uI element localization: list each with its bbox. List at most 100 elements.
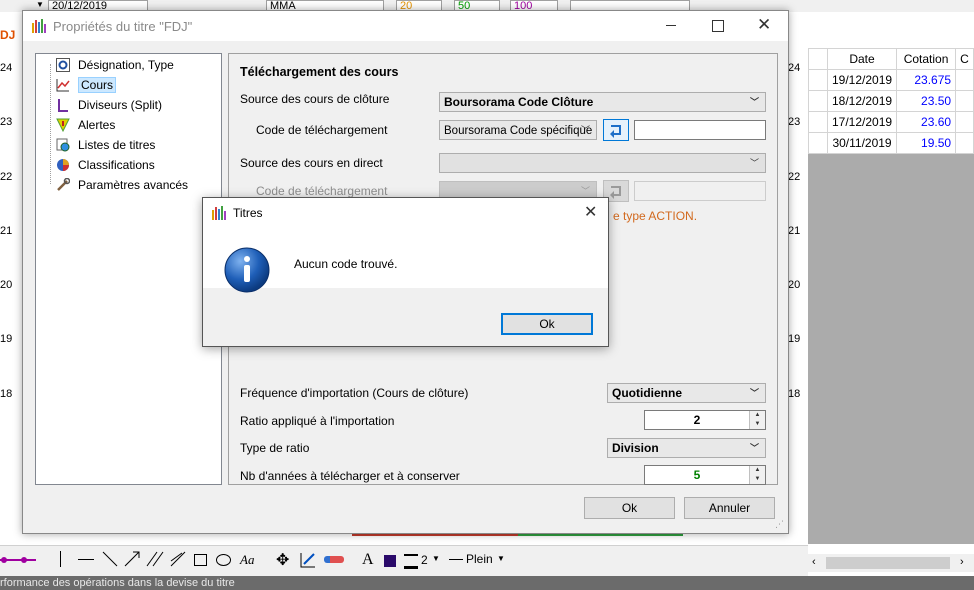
- line-style-value[interactable]: Plein: [466, 552, 493, 566]
- chevron-down-icon: ﹀: [749, 97, 759, 107]
- line-style-icon[interactable]: [449, 559, 463, 560]
- stepper-arrows-icon[interactable]: ▲ ▼: [749, 466, 765, 484]
- tree-item-cours[interactable]: Cours: [56, 76, 117, 94]
- message-box-titlebar[interactable]: Titres ✕: [203, 198, 608, 228]
- stepper-arrows-icon[interactable]: ▲ ▼: [749, 411, 765, 429]
- cell-cotation[interactable]: 23.50: [896, 90, 957, 112]
- section-title: Téléchargement des cours: [240, 65, 399, 79]
- cell-date[interactable]: 17/12/2019: [826, 111, 898, 133]
- nb-annees-stepper[interactable]: 5 ▲ ▼: [644, 465, 766, 485]
- chart-line-icon: [56, 79, 70, 92]
- app-bars-icon: [212, 206, 226, 220]
- cell-date[interactable]: 30/11/2019: [826, 132, 898, 154]
- cancel-button[interactable]: Annuler: [684, 497, 775, 519]
- y-axis-label: 18: [0, 388, 13, 400]
- diagonal-line-tool-icon[interactable]: [102, 551, 118, 567]
- type-ratio-select[interactable]: Division ﹀: [607, 438, 766, 458]
- y-axis-label-right: 22: [788, 171, 801, 183]
- line-width-dropdown-icon[interactable]: ▼: [432, 554, 440, 563]
- cell-extra[interactable]: [955, 69, 974, 91]
- channel-tool-icon[interactable]: [170, 551, 186, 567]
- tree-item-parametres[interactable]: Paramètres avancés: [56, 176, 188, 194]
- grid-corner: [808, 48, 828, 70]
- source-direct-select[interactable]: ﹀: [439, 153, 766, 173]
- ratio-stepper[interactable]: 2 ▲ ▼: [644, 410, 766, 430]
- parallel-lines-tool-icon[interactable]: [146, 551, 164, 567]
- table-row[interactable]: 17/12/2019 23.60: [808, 111, 974, 133]
- close-icon[interactable]: ✕: [757, 15, 771, 35]
- edit-tool-icon[interactable]: [300, 552, 316, 568]
- table-row[interactable]: 19/12/2019 23.675: [808, 69, 974, 91]
- resize-grip-icon[interactable]: ⋰: [775, 519, 784, 530]
- line-width-icon[interactable]: [404, 554, 418, 569]
- ratio-value: 2: [693, 413, 701, 427]
- y-axis-label: 24: [0, 62, 13, 74]
- rectangle-tool-icon[interactable]: [194, 554, 207, 566]
- vertical-line-tool-icon[interactable]: [60, 551, 61, 567]
- scroll-right-icon[interactable]: ›: [960, 556, 964, 568]
- source-cloture-select[interactable]: Boursorama Code Clôture ﹀: [439, 92, 766, 112]
- tree-item-label: Désignation, Type: [78, 58, 174, 72]
- cell-date[interactable]: 19/12/2019: [826, 69, 898, 91]
- y-axis-label-right: 20: [788, 279, 801, 291]
- pie-chart-icon: [57, 159, 69, 171]
- fetch-code-button[interactable]: [603, 119, 629, 141]
- grid-header-cotation[interactable]: Cotation: [896, 48, 957, 70]
- tree-item-designation[interactable]: Désignation, Type: [56, 56, 174, 74]
- split-icon: [58, 99, 68, 112]
- source-cloture-label: Source des cours de clôture: [240, 92, 390, 106]
- tree-item-diviseurs[interactable]: Diviseurs (Split): [56, 96, 162, 114]
- tree-item-classifications[interactable]: Classifications: [56, 156, 155, 174]
- point-line-tool-icon[interactable]: [0, 552, 40, 568]
- table-row[interactable]: 30/11/2019 19.50: [808, 132, 974, 154]
- cell-extra[interactable]: [955, 90, 974, 112]
- tree-item-alertes[interactable]: Alertes: [56, 116, 115, 134]
- font-tool-icon[interactable]: A: [362, 551, 374, 569]
- maximize-icon[interactable]: [712, 20, 724, 32]
- scroll-thumb[interactable]: [826, 557, 950, 569]
- code-telechargement-select[interactable]: Boursorama Code spécifique ﹀: [439, 120, 597, 140]
- cell-cotation[interactable]: 19.50: [896, 132, 957, 154]
- tree-item-label: Cours: [78, 77, 117, 93]
- ellipse-tool-icon[interactable]: [216, 554, 231, 566]
- eraser-tool-icon[interactable]: [324, 556, 344, 563]
- move-tool-icon[interactable]: ✥: [276, 550, 289, 570]
- dialog-titlebar[interactable]: Propriétés du titre "FDJ" ✕: [23, 11, 788, 41]
- cell-cotation[interactable]: 23.60: [896, 111, 957, 133]
- tree-item-label: Classifications: [78, 158, 155, 172]
- grid-header-extra[interactable]: C: [955, 48, 974, 70]
- code-direct-input[interactable]: [634, 181, 766, 201]
- line-style-dropdown-icon[interactable]: ▼: [497, 554, 505, 563]
- tree-item-listes[interactable]: Listes de titres: [56, 136, 155, 154]
- cell-date[interactable]: 18/12/2019: [826, 90, 898, 112]
- close-icon[interactable]: ✕: [584, 202, 597, 222]
- cell-extra[interactable]: [955, 132, 974, 154]
- code-telechargement-direct-label: Code de téléchargement: [256, 184, 388, 198]
- y-axis-label: 22: [0, 171, 13, 183]
- y-axis-label-right: 18: [788, 388, 801, 400]
- line-width-value[interactable]: 2: [421, 553, 428, 567]
- table-row[interactable]: 18/12/2019 23.50: [808, 90, 974, 112]
- tree-item-label: Diviseurs (Split): [78, 98, 163, 112]
- scroll-left-icon[interactable]: ‹: [812, 556, 816, 568]
- tree-connector: [50, 64, 52, 184]
- cell-cotation[interactable]: 23.675: [896, 69, 957, 91]
- code-input[interactable]: [634, 120, 766, 140]
- arrow-line-tool-icon[interactable]: [124, 551, 140, 567]
- toolbar-date-arrow[interactable]: ▼: [36, 0, 44, 9]
- category-tree: Désignation, Type Cours Diviseurs (Split…: [35, 53, 222, 485]
- horizontal-line-tool-icon[interactable]: [78, 559, 94, 560]
- text-tool-icon[interactable]: Aa: [240, 552, 254, 568]
- grid-header-date[interactable]: Date: [826, 48, 898, 70]
- ok-button[interactable]: Ok: [584, 497, 675, 519]
- tools-icon: [57, 178, 70, 191]
- y-axis-label-right: 21: [788, 225, 801, 237]
- color-swatch[interactable]: [384, 555, 396, 567]
- row-header: [808, 69, 828, 91]
- tree-item-label: Paramètres avancés: [78, 178, 189, 192]
- cell-extra[interactable]: [955, 111, 974, 133]
- grid-horizontal-scrollbar[interactable]: ‹ ›: [808, 554, 974, 572]
- message-ok-button[interactable]: Ok: [501, 313, 593, 335]
- minimize-icon[interactable]: [666, 25, 676, 26]
- frequence-select[interactable]: Quotidienne ﹀: [607, 383, 766, 403]
